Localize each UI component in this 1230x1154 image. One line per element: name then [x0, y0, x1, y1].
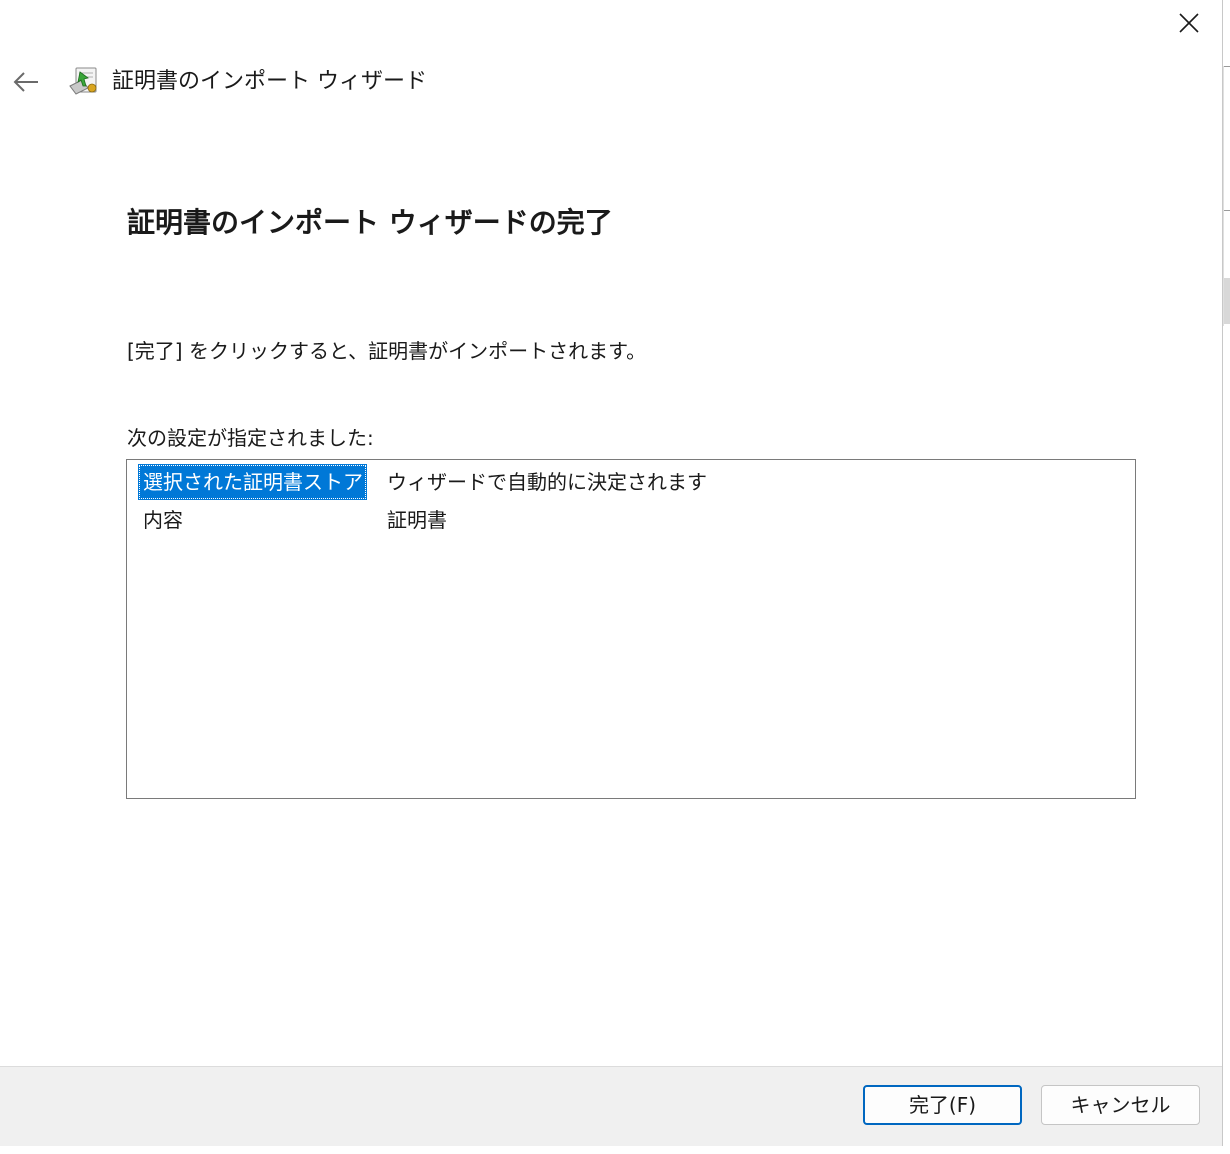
- finish-button[interactable]: 完了(F): [863, 1085, 1022, 1125]
- settings-list[interactable]: 選択された証明書ストア ウィザードで自動的に決定されます 内容 証明書: [126, 459, 1136, 799]
- settings-row[interactable]: 内容 証明書: [127, 502, 1135, 538]
- settings-key[interactable]: 内容: [138, 502, 187, 538]
- cancel-button[interactable]: キャンセル: [1041, 1085, 1200, 1125]
- back-arrow-icon: [13, 72, 38, 92]
- wizard-title: 証明書のインポート ウィザード: [112, 69, 427, 94]
- close-icon: [1179, 13, 1199, 33]
- settings-key[interactable]: 選択された証明書ストア: [138, 464, 367, 500]
- settings-label: 次の設定が指定されました:: [127, 426, 374, 450]
- certificate-wizard-icon: [66, 64, 102, 100]
- instruction-text: [完了] をクリックすると、証明書がインポートされます。: [127, 339, 647, 363]
- settings-value: ウィザードで自動的に決定されます: [387, 470, 707, 494]
- button-bar: 完了(F) キャンセル: [0, 1066, 1222, 1147]
- wizard-window: 証明書のインポート ウィザード 証明書のインポート ウィザードの完了 [完了] …: [0, 0, 1223, 1147]
- close-button[interactable]: [1166, 6, 1212, 40]
- settings-value: 証明書: [387, 508, 447, 532]
- background-window-edge: [1223, 66, 1230, 326]
- back-button[interactable]: [8, 64, 44, 100]
- background-window-strip: [0, 1146, 1230, 1154]
- page-heading: 証明書のインポート ウィザードの完了: [127, 206, 613, 239]
- settings-row[interactable]: 選択された証明書ストア ウィザードで自動的に決定されます: [127, 464, 1135, 500]
